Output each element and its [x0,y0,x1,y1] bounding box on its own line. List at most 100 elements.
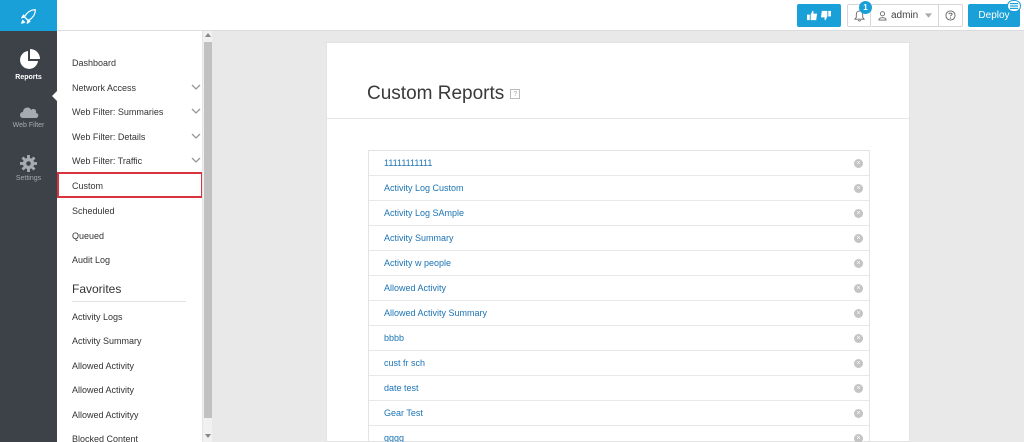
remove-report-icon[interactable]: × [854,184,863,193]
title-divider [327,118,909,119]
remove-report-icon[interactable]: × [854,359,863,368]
favorite-item-label: Allowed Activity [72,361,135,371]
subnav-scrollbar[interactable] [202,31,212,442]
favorite-item[interactable]: Activity Summary [72,329,192,353]
report-link[interactable]: date test [384,383,419,393]
report-link[interactable]: Activity Log SAmple [384,208,464,218]
remove-report-icon[interactable]: × [854,259,863,268]
chevron-down-icon [191,157,201,163]
user-menu-label: admin [891,10,919,21]
remove-report-icon[interactable]: × [854,409,863,418]
scroll-up-arrow-icon[interactable] [205,33,211,37]
remove-report-icon[interactable]: × [854,434,863,442]
favorite-item[interactable]: Activity Logs [72,305,192,329]
report-list: 11111111111 × Activity Log Custom × Activity… [368,150,870,442]
report-link[interactable]: Gear Test [384,408,423,418]
subnav-item-label: Web Filter: Details [72,132,146,142]
remove-report-icon[interactable]: × [854,209,863,218]
rocket-logo-icon[interactable] [0,0,57,31]
favorite-item[interactable]: Allowed Activityy [72,403,192,427]
subnav-item-scheduled[interactable]: Scheduled [72,199,192,223]
top-bar: 1 admin Deploy [0,0,1024,31]
report-link[interactable]: Activity w people [384,258,451,268]
report-link[interactable]: bbbb [384,333,404,343]
reports-subnav: Dashboard Network Access Web Filter: Sum… [57,31,203,442]
page-title: Custom Reports [367,83,505,104]
report-link[interactable]: Activity Log Custom [384,183,464,193]
chevron-down-icon [191,108,201,114]
help-square-icon[interactable]: ? [510,89,521,99]
report-link[interactable]: Activity Summary [384,233,454,243]
subnav-item-label: Custom [72,181,104,191]
help-button[interactable] [939,4,963,27]
custom-reports-panel: Custom Reports ? 11111111111 × Activity Lo… [326,42,910,442]
report-row[interactable]: Activity Log SAmple × [369,201,869,226]
scrollbar-thumb[interactable] [204,42,212,418]
help-icon [945,10,956,21]
favorites-divider [72,301,186,302]
report-link[interactable]: Allowed Activity Summary [384,308,487,318]
rail-item-web-filter[interactable]: Web Filter [0,103,57,129]
report-row[interactable]: Activity w people × [369,251,869,276]
thumbs-down-icon [820,10,831,21]
remove-report-icon[interactable]: × [854,234,863,243]
rail-item-reports[interactable]: Reports [0,49,57,81]
remove-report-icon[interactable]: × [854,159,863,168]
rail-item-label: Reports [15,74,42,81]
subnav-item-web-filter-traffic[interactable]: Web Filter: Traffic [72,149,201,173]
rail-item-label: Settings [15,175,42,182]
report-row[interactable]: Allowed Activity Summary × [369,301,869,326]
gear-icon [20,155,37,172]
page-title-row: Custom Reports ? [367,83,521,105]
rail-item-label: Web Filter [12,122,45,129]
subnav-item-label: Network Access [72,83,137,93]
subnav-item-web-filter-summaries[interactable]: Web Filter: Summaries [72,100,201,124]
subnav-item-custom[interactable]: Custom [72,174,192,198]
subnav-item-label: Web Filter: Summaries [72,107,164,117]
report-link[interactable]: cust fr sch [384,358,425,368]
report-link[interactable]: 11111111111 [384,158,432,168]
report-row[interactable]: Gear Test × [369,401,869,426]
thumbs-up-icon [807,10,818,21]
subnav-item-network-access[interactable]: Network Access [72,76,201,100]
remove-report-icon[interactable]: × [854,284,863,293]
caret-down-icon [925,13,933,18]
report-link[interactable]: gggg [384,433,404,442]
chevron-down-icon [191,84,201,90]
subnav-item-label: Queued [72,231,105,241]
list-icon [1007,0,1021,12]
subnav-item-label: Audit Log [72,255,111,265]
user-icon [878,10,887,20]
report-row[interactable]: Allowed Activity × [369,276,869,301]
user-menu[interactable]: admin [871,4,939,27]
favorite-item-label: Allowed Activityy [72,410,139,420]
subnav-item-queued[interactable]: Queued [72,224,192,248]
remove-report-icon[interactable]: × [854,384,863,393]
report-row[interactable]: gggg × [369,426,869,442]
favorite-item[interactable]: Allowed Activity [72,354,192,378]
scroll-down-arrow-icon[interactable] [205,434,211,438]
report-row[interactable]: 11111111111 × [369,151,869,176]
favorite-item-label: Blocked Content [72,434,139,442]
report-row[interactable]: Activity Summary × [369,226,869,251]
rail-item-settings[interactable]: Settings [0,155,57,182]
feedback-button[interactable] [797,4,841,27]
report-row[interactable]: Activity Log Custom × [369,176,869,201]
subnav-item-web-filter-details[interactable]: Web Filter: Details [72,125,201,149]
report-row[interactable]: bbbb × [369,326,869,351]
remove-report-icon[interactable]: × [854,309,863,318]
remove-report-icon[interactable]: × [854,334,863,343]
favorite-item[interactable]: Allowed Activity [72,378,192,402]
report-row[interactable]: date test × [369,376,869,401]
subnav-item-label: Dashboard [72,58,117,68]
favorite-item-label: Activity Summary [72,336,142,346]
subnav-item-label: Scheduled [72,206,115,216]
favorite-item-label: Allowed Activity [72,385,135,395]
subnav-item-audit-log[interactable]: Audit Log [72,248,192,272]
report-row[interactable]: cust fr sch × [369,351,869,376]
favorite-item[interactable]: Blocked Content [72,427,192,442]
report-link[interactable]: Allowed Activity [384,283,446,293]
subnav-item-dashboard[interactable]: Dashboard [72,51,192,75]
pie-chart-icon [19,49,40,69]
subnav-item-label: Web Filter: Traffic [72,156,143,166]
